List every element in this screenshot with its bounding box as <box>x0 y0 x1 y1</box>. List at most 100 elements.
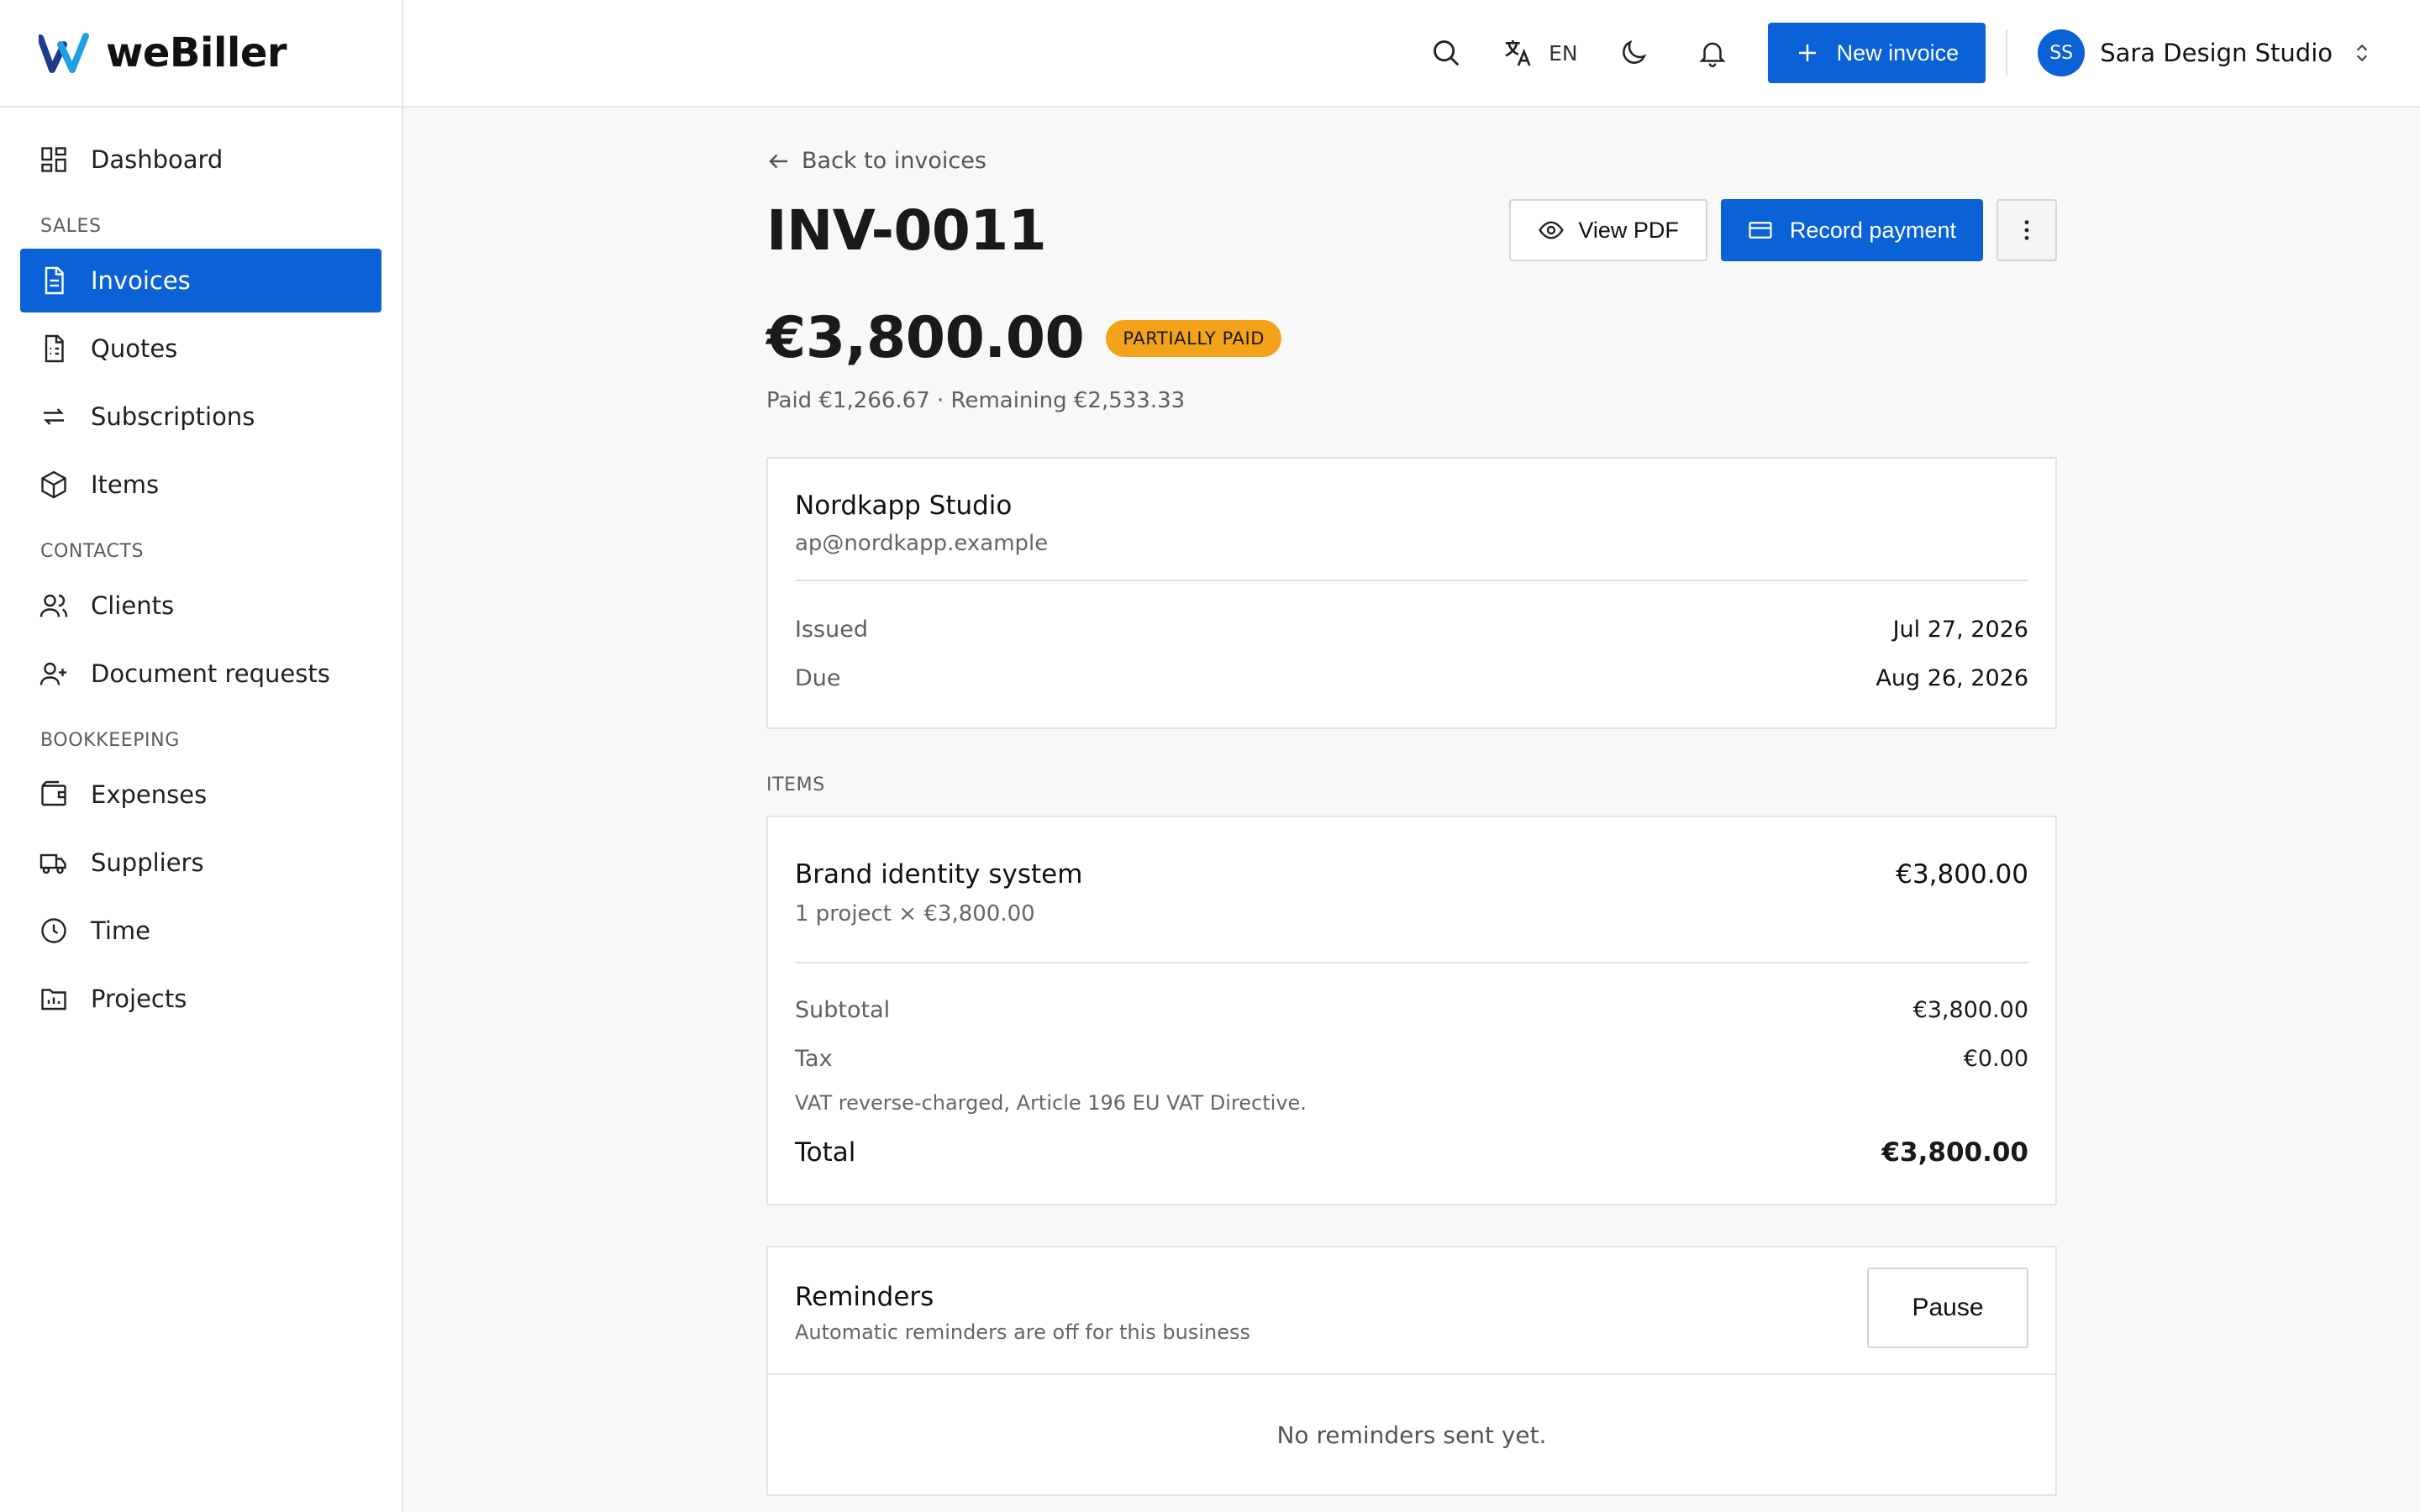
account-switcher[interactable]: SS Sara Design Studio <box>2038 29 2373 76</box>
items-section-label: ITEMS <box>766 774 825 795</box>
new-invoice-button[interactable]: New invoice <box>1767 23 1986 83</box>
bell-icon <box>1698 42 1726 68</box>
dashboard-icon <box>41 147 66 172</box>
back-label: Back to invoices <box>802 148 986 174</box>
record-payment-button[interactable]: Record payment <box>1720 199 1983 261</box>
language-switcher[interactable]: EN <box>1502 36 1578 70</box>
quote-icon <box>45 334 64 363</box>
view-pdf-button[interactable]: View PDF <box>1509 199 1707 261</box>
due-date: Aug 26, 2026 <box>1876 664 2028 691</box>
sidebar-item-label: Projects <box>91 984 187 1013</box>
reminders-subtitle: Automatic reminders are off for this bus… <box>795 1320 1251 1344</box>
total-value: €3,800.00 <box>1881 1137 2028 1168</box>
notifications-button[interactable] <box>1689 29 1736 76</box>
more-actions-button[interactable] <box>1996 199 2057 261</box>
language-code: EN <box>1549 40 1578 66</box>
reminders-card: Reminders Automatic reminders are off fo… <box>766 1246 2057 1496</box>
header-divider <box>2006 29 2008 76</box>
user-plus-icon <box>39 662 66 685</box>
line-item: Brand identity system 1 project × €3,800… <box>795 859 2028 927</box>
sidebar-item-label: Time <box>91 916 150 945</box>
tax-note: VAT reverse-charged, Article 196 EU VAT … <box>795 1091 1307 1115</box>
reminders-empty-state: No reminders sent yet. <box>1276 1420 1547 1449</box>
status-badge: PARTIALLY PAID <box>1106 319 1282 357</box>
clock-icon <box>41 918 66 943</box>
sidebar-section-bookkeeping: BOOKKEEPING <box>40 730 180 751</box>
tax-row: Tax €0.00 <box>795 1034 2028 1083</box>
sidebar-item-dashboard[interactable]: Dashboard <box>20 128 381 192</box>
sidebar-item-label: Items <box>91 470 160 499</box>
wallet-icon <box>41 780 66 806</box>
brand[interactable]: weBiller <box>0 0 402 108</box>
title-row: INV-0011 View PDF Record payment <box>766 198 2057 263</box>
sidebar-item-label: Invoices <box>91 266 191 295</box>
sidebar-item-expenses[interactable]: Expenses <box>20 763 381 827</box>
back-to-invoices-link[interactable]: Back to invoices <box>766 148 2057 174</box>
sidebar-item-label: Clients <box>91 591 175 620</box>
invoice-detail: Back to invoices INV-0011 View PDF Recor… <box>766 108 2057 1496</box>
view-pdf-label: View PDF <box>1578 217 1679 243</box>
issued-row: Issued Jul 27, 2026 <box>795 605 2028 654</box>
brand-name: weBiller <box>106 29 287 76</box>
subtotal-row: Subtotal €3,800.00 <box>795 985 2028 1034</box>
sidebar-item-invoices[interactable]: Invoices <box>20 249 381 312</box>
sidebar-section-contacts: CONTACTS <box>40 541 145 562</box>
items-card: Brand identity system 1 project × €3,800… <box>766 816 2057 1205</box>
sidebar-nav: Dashboard SALES Invoices Quotes Subscrip… <box>0 108 402 1031</box>
sidebar-item-label: Document requests <box>91 659 330 688</box>
folder-chart-icon <box>41 989 66 1011</box>
divider <box>795 580 2028 581</box>
box-icon <box>41 470 66 499</box>
sidebar-item-label: Dashboard <box>91 145 224 174</box>
invoice-actions: View PDF Record payment <box>1509 199 2057 261</box>
client-email: ap@nordkapp.example <box>795 531 1049 556</box>
sidebar-item-label: Suppliers <box>91 848 204 877</box>
plus-icon <box>1798 45 1816 61</box>
payment-summary: Paid €1,266.67 · Remaining €2,533.33 <box>766 388 1186 413</box>
avatar: SS <box>2038 29 2086 76</box>
credit-card-icon <box>1749 222 1772 239</box>
sidebar-item-clients[interactable]: Clients <box>20 574 381 638</box>
arrow-left-icon <box>769 154 787 168</box>
new-invoice-label: New invoice <box>1836 39 1960 66</box>
due-row: Due Aug 26, 2026 <box>795 654 2028 702</box>
top-bar: EN New invoice SS Sara Design Studio <box>403 0 2420 108</box>
sidebar-item-suppliers[interactable]: Suppliers <box>20 831 381 895</box>
item-name: Brand identity system <box>795 859 1083 890</box>
total-row: Total €3,800.00 <box>795 1123 2028 1182</box>
client-name: Nordkapp Studio <box>795 491 1013 521</box>
eye-icon <box>1539 221 1565 239</box>
sidebar-item-items[interactable]: Items <box>20 453 381 517</box>
reminders-title: Reminders <box>795 1282 934 1312</box>
sidebar-item-time[interactable]: Time <box>20 899 381 963</box>
total-label: Total <box>795 1137 856 1168</box>
sidebar-item-label: Quotes <box>91 334 178 363</box>
truck-icon <box>39 853 66 874</box>
search-button[interactable] <box>1423 29 1470 76</box>
pause-reminders-button[interactable]: Pause <box>1867 1268 2028 1348</box>
theme-toggle[interactable] <box>1610 29 1657 76</box>
moon-icon <box>1622 39 1646 64</box>
item-quantity: 1 project × €3,800.00 <box>795 901 1035 927</box>
sidebar-item-label: Subscriptions <box>91 402 255 431</box>
sidebar-item-label: Expenses <box>91 780 208 809</box>
account-name: Sara Design Studio <box>2100 39 2333 67</box>
item-amount: €3,800.00 <box>1896 859 2028 890</box>
translate-icon <box>1505 40 1531 66</box>
sidebar-item-quotes[interactable]: Quotes <box>20 317 381 381</box>
divider <box>795 962 2028 963</box>
amount-row: €3,800.00 PARTIALLY PAID <box>766 305 2057 371</box>
sidebar-item-subscriptions[interactable]: Subscriptions <box>20 385 381 449</box>
search-icon <box>1434 40 1460 66</box>
invoice-icon <box>45 266 64 295</box>
sidebar-item-projects[interactable]: Projects <box>20 967 381 1031</box>
invoice-amount: €3,800.00 <box>766 305 1085 371</box>
chevron-up-down-icon <box>2356 44 2368 62</box>
record-payment-label: Record payment <box>1789 217 1956 243</box>
logo-icon <box>39 33 89 73</box>
tax-label: Tax <box>795 1045 833 1072</box>
subtotal-value: €3,800.00 <box>1912 996 2028 1023</box>
due-label: Due <box>795 664 841 691</box>
users-icon <box>39 594 68 617</box>
sidebar-item-document-requests[interactable]: Document requests <box>20 642 381 706</box>
